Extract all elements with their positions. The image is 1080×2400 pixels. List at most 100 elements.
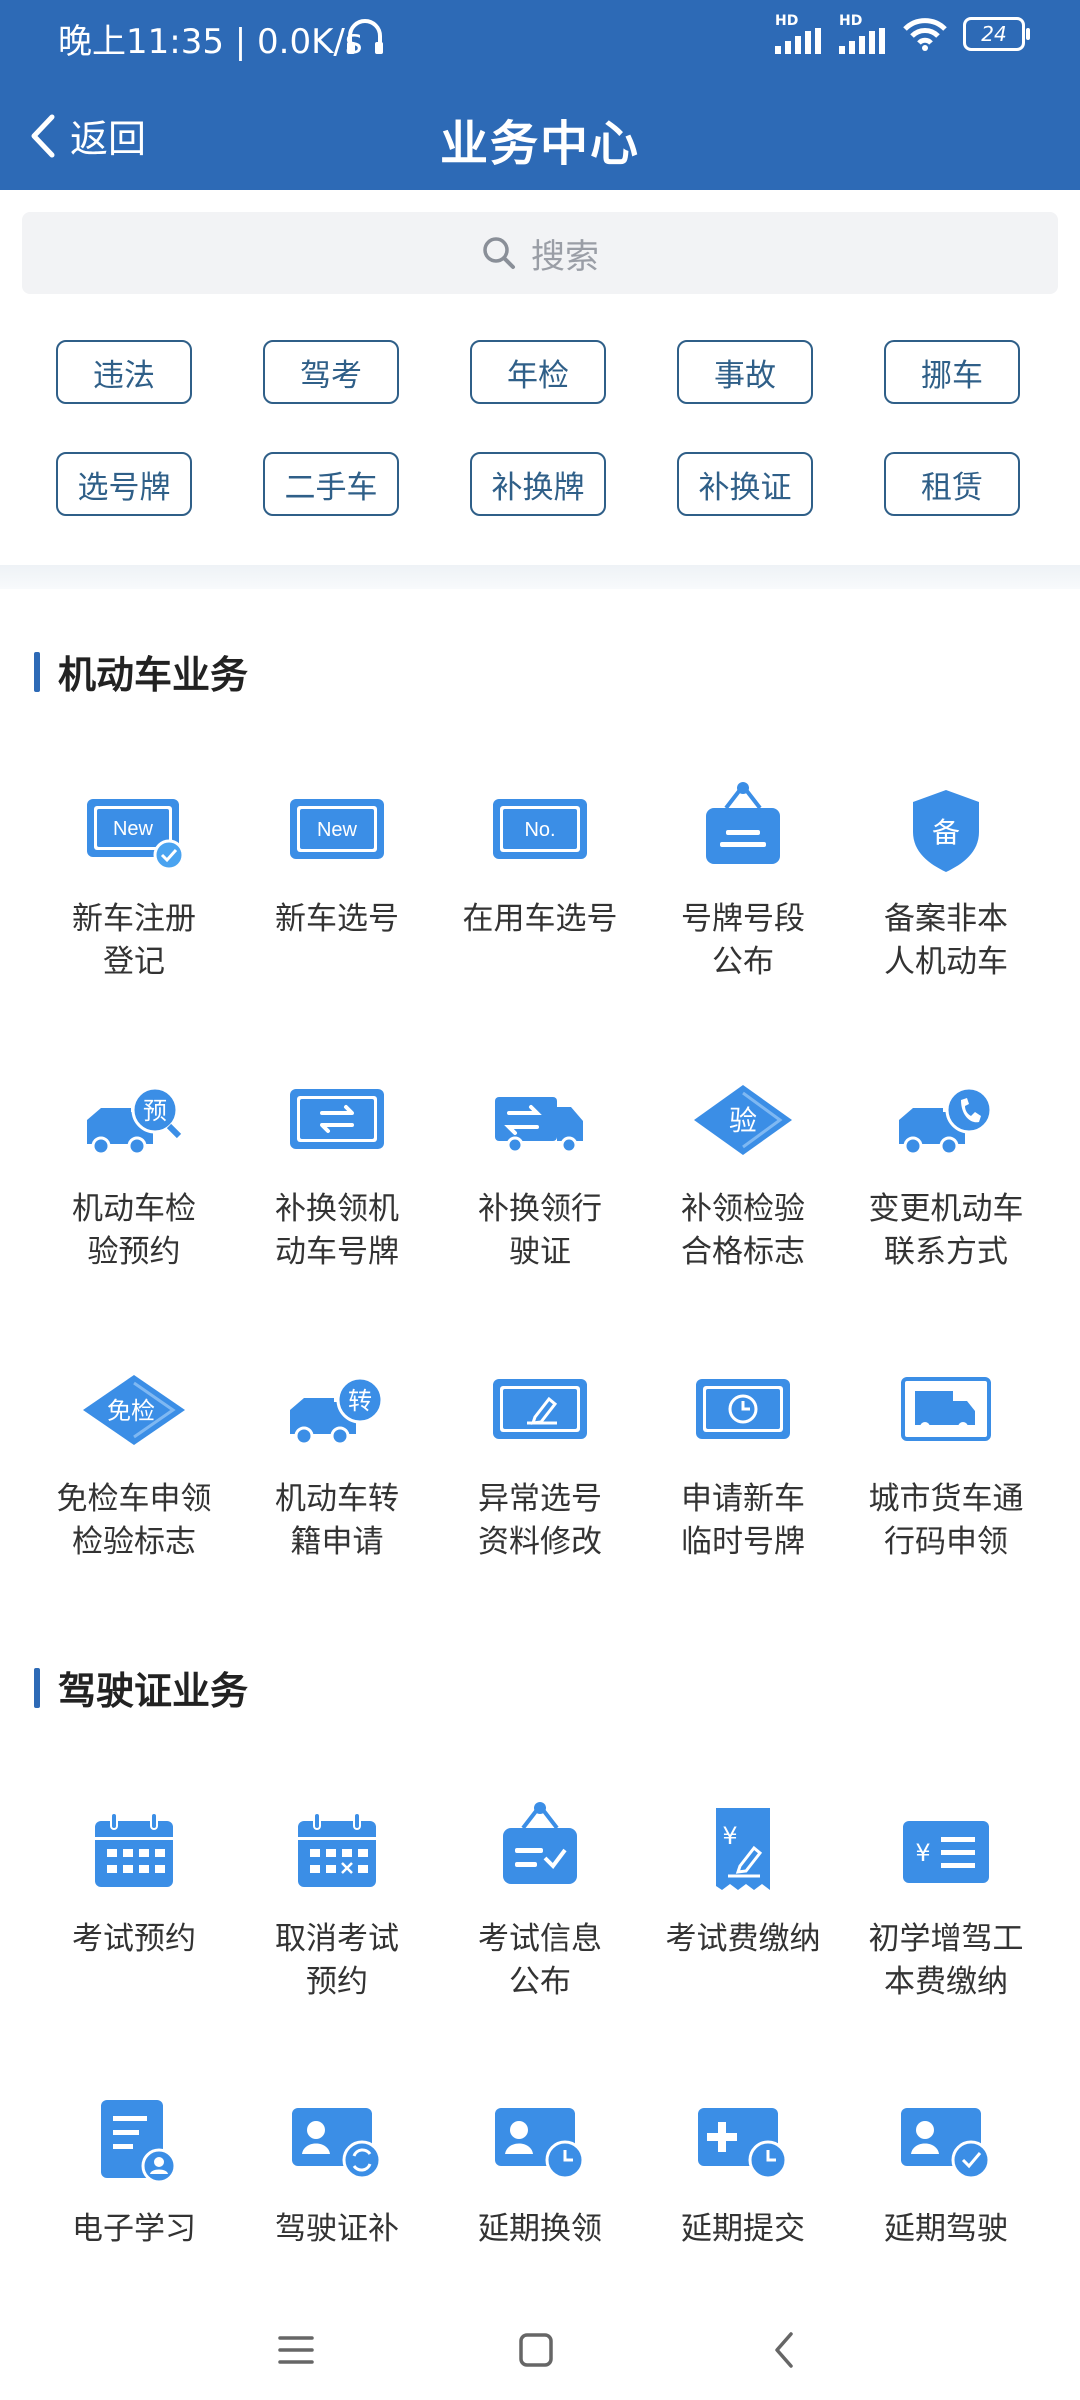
service-item-exam-info[interactable]: 考试信息 公布 — [440, 1800, 640, 2004]
system-nav-bar — [0, 2290, 1080, 2400]
status-bar: 晚上11:35 | 0.0K/s HD HD 24 — [0, 0, 1080, 80]
notice-board-icon — [688, 780, 798, 880]
id-card-check-icon — [891, 2090, 1001, 2190]
service-item-delay-renew[interactable]: 延期换领 — [440, 2090, 640, 2251]
back-arrow-icon — [775, 2332, 793, 2368]
svg-text:New: New — [317, 819, 358, 841]
service-item-replace-plate[interactable]: 补换领机 动车号牌 — [237, 1070, 437, 1274]
status-time: 晚上11:35 | 0.0K/s — [58, 22, 363, 62]
tag-used-car[interactable]: 二手车 — [263, 452, 399, 516]
service-item-delay-driving[interactable]: 延期驾驶 — [846, 2090, 1046, 2251]
service-item-exam-appointment[interactable]: 考试预约 — [34, 1800, 234, 1961]
service-item-license-replace[interactable]: 驾驶证补 — [237, 2090, 437, 2251]
truck-appointment-icon: 预 — [79, 1070, 189, 1170]
license-exchange-icon — [485, 1070, 595, 1170]
no-plate-icon: No. — [485, 780, 595, 880]
freight-truck-icon — [891, 1360, 1001, 1460]
tag-violation[interactable]: 违法 — [56, 340, 192, 404]
svg-text:备: 备 — [932, 816, 960, 849]
back-nav-button[interactable] — [754, 2320, 814, 2380]
back-label: 返回 — [70, 117, 147, 161]
search-icon — [483, 237, 515, 269]
tag-replace-license[interactable]: 补换证 — [677, 452, 813, 516]
tag-row-1: 违法 驾考 年检 事故 挪车 — [0, 340, 1080, 410]
service-item-plate-range[interactable]: 号牌号段 公布 — [643, 780, 843, 984]
service-item-exam-fee[interactable]: ¥ 考试费缴纳 — [643, 1800, 843, 1961]
truck-phone-icon — [891, 1070, 1001, 1170]
id-card-clock-icon — [485, 2090, 595, 2190]
id-card-exchange-icon — [282, 2090, 392, 2190]
headset-icon — [347, 19, 383, 54]
service-item-abnormal-number[interactable]: 异常选号 资料修改 — [440, 1360, 640, 1564]
plate-exchange-icon — [282, 1070, 392, 1170]
svg-text:转: 转 — [348, 1387, 372, 1415]
receipt-yuan-icon: ¥ — [688, 1800, 798, 1900]
temp-plate-clock-icon — [688, 1360, 798, 1460]
service-item-delay-submit[interactable]: 延期提交 — [643, 2090, 843, 2251]
service-item-replace-driving-license[interactable]: 补换领行 驶证 — [440, 1070, 640, 1274]
search-input[interactable]: 搜索 — [22, 212, 1058, 294]
svg-text:免检: 免检 — [107, 1397, 155, 1425]
new-plate-icon: New — [282, 780, 392, 880]
tag-move-car[interactable]: 挪车 — [884, 340, 1020, 404]
nav-bar: 业务中心 返回 — [0, 90, 1080, 190]
tag-select-plate[interactable]: 选号牌 — [56, 452, 192, 516]
service-item-cancel-exam[interactable]: 取消考试 预约 — [237, 1800, 437, 2004]
title-accent-bar — [34, 1667, 40, 1708]
app-header: 晚上11:35 | 0.0K/s HD HD 24 业务中心 返回 — [0, 0, 1080, 190]
signal-icon-2: HD — [839, 14, 887, 54]
edit-plate-icon — [485, 1360, 595, 1460]
service-item-temp-plate[interactable]: 申请新车 临时号牌 — [643, 1360, 843, 1564]
menu-button[interactable] — [266, 2320, 326, 2380]
svg-text:¥: ¥ — [722, 1822, 737, 1850]
service-item-record-vehicle[interactable]: 备 备案非本 人机动车 — [846, 780, 1046, 984]
calendar-cancel-icon — [282, 1800, 392, 1900]
service-item-inspection-appointment[interactable]: 预 机动车检 验预约 — [34, 1070, 234, 1274]
inspection-diamond-icon: 验 — [688, 1070, 798, 1170]
signal-icon-1: HD — [775, 14, 823, 54]
title-accent-bar — [34, 651, 40, 692]
notice-check-icon — [485, 1800, 595, 1900]
calendar-icon — [79, 1800, 189, 1900]
tag-replace-plate[interactable]: 补换牌 — [470, 452, 606, 516]
status-icons: HD HD 24 — [775, 14, 1030, 54]
service-item-cost-payment[interactable]: ¥ 初学增驾工 本费缴纳 — [846, 1800, 1046, 2004]
service-item-freight-pass[interactable]: 城市货车通 行码申领 — [846, 1360, 1046, 1564]
license-section-title: 驾驶证业务 — [34, 1660, 248, 1715]
service-item-new-car-registration[interactable]: New 新车注册 登记 — [34, 780, 234, 984]
svg-text:New: New — [113, 818, 154, 840]
section-divider — [0, 565, 1080, 589]
service-item-inspection-mark[interactable]: 验 补领检验 合格标志 — [643, 1070, 843, 1274]
service-item-change-contact[interactable]: 变更机动车 联系方式 — [846, 1070, 1046, 1274]
tag-rental[interactable]: 租赁 — [884, 452, 1020, 516]
back-button[interactable]: 返回 — [28, 108, 146, 163]
svg-text:No.: No. — [524, 819, 555, 841]
chevron-left-icon — [31, 114, 55, 157]
tag-row-2: 选号牌 二手车 补换牌 补换证 租赁 — [0, 452, 1080, 522]
new-plate-check-icon: New — [79, 780, 189, 880]
page-title: 业务中心 — [439, 116, 640, 172]
home-square-icon — [519, 2333, 553, 2367]
document-user-icon — [79, 2090, 189, 2190]
vehicle-section-title: 机动车业务 — [34, 644, 248, 699]
battery-indicator: 24 — [963, 17, 1030, 51]
tag-annual-inspection[interactable]: 年检 — [470, 340, 606, 404]
svg-text:验: 验 — [729, 1104, 757, 1137]
wifi-icon — [903, 18, 947, 51]
shield-record-icon: 备 — [891, 780, 1001, 880]
menu-icon — [278, 2336, 314, 2364]
service-item-transfer[interactable]: 转 机动车转 籍申请 — [237, 1360, 437, 1564]
svg-text:预: 预 — [143, 1097, 167, 1125]
tag-accident[interactable]: 事故 — [677, 340, 813, 404]
yuan-list-icon: ¥ — [891, 1800, 1001, 1900]
medical-clock-icon — [688, 2090, 798, 2190]
home-button[interactable] — [506, 2320, 566, 2380]
service-item-exempt-mark[interactable]: 免检 免检车申领 检验标志 — [34, 1360, 234, 1564]
service-item-new-car-number[interactable]: New 新车选号 — [237, 780, 437, 941]
exempt-diamond-icon: 免检 — [79, 1360, 189, 1460]
service-item-e-learning[interactable]: 电子学习 — [34, 2090, 234, 2251]
truck-transfer-icon: 转 — [282, 1360, 392, 1460]
service-item-in-use-number[interactable]: No. 在用车选号 — [440, 780, 640, 941]
svg-text:¥: ¥ — [915, 1839, 930, 1867]
tag-driving-test[interactable]: 驾考 — [263, 340, 399, 404]
